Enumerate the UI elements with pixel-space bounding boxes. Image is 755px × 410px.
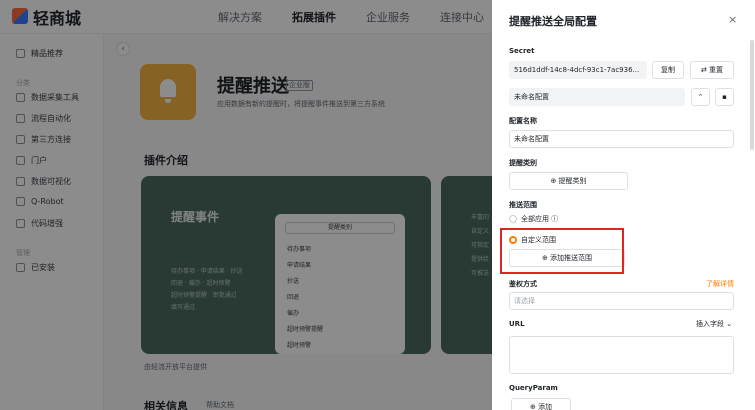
chevron-up-icon[interactable]: ⌃ <box>691 88 710 106</box>
drawer-scrollbar[interactable] <box>750 40 754 150</box>
delete-icon[interactable]: ▪ <box>715 88 734 106</box>
close-icon[interactable]: × <box>728 13 737 26</box>
reset-button[interactable]: ⇄ 重置 <box>690 61 734 79</box>
copy-button[interactable]: 复制 <box>652 61 684 79</box>
insert-field-label: 插入字段 <box>696 320 724 328</box>
config-name-label: 配置名称 <box>509 117 537 125</box>
highlight-box <box>500 228 624 274</box>
reminder-type-button[interactable]: ⊕ 提醒类别 <box>509 172 628 190</box>
auth-method-label: 鉴权方式 <box>509 280 537 288</box>
scope-all-radio[interactable]: 全部应用 ⓘ <box>509 214 558 224</box>
config-name-input[interactable]: 未命名配置 <box>509 130 734 148</box>
secret-label: Secret <box>509 47 535 55</box>
config-drawer: 提醒推送全局配置 × Secret 516d1ddf-14c8-4dcf-93c… <box>492 0 755 410</box>
scope-label: 推送范围 <box>509 201 537 209</box>
add-queryparam-button[interactable]: ⊕ 添加 <box>511 398 571 410</box>
scope-all-text: 全部应用 ⓘ <box>521 215 559 223</box>
modal-backdrop[interactable] <box>0 0 492 410</box>
config-selector[interactable]: 未命名配置 <box>509 88 685 106</box>
radio-icon <box>509 215 517 223</box>
auth-method-select[interactable]: 请选择 <box>509 292 734 310</box>
reminder-type-label: 提醒类别 <box>509 159 537 167</box>
insert-field-dropdown[interactable]: 插入字段 ⌄ <box>696 319 732 329</box>
queryparam-label: QueryParam <box>509 384 558 392</box>
app-window: 轻商城 解决方案 拓展插件 企业服务 连接中心 精品推荐 分类 数据采集工具 流… <box>0 0 755 410</box>
secret-field[interactable]: 516d1ddf-14c8-4dcf-93c1-7ac936... <box>509 61 647 79</box>
url-label: URL <box>509 320 525 328</box>
url-input[interactable] <box>509 336 734 374</box>
drawer-title: 提醒推送全局配置 <box>509 15 597 28</box>
chevron-down-icon: ⌄ <box>726 320 733 328</box>
learn-more-link[interactable]: 了解详情 <box>706 279 734 289</box>
